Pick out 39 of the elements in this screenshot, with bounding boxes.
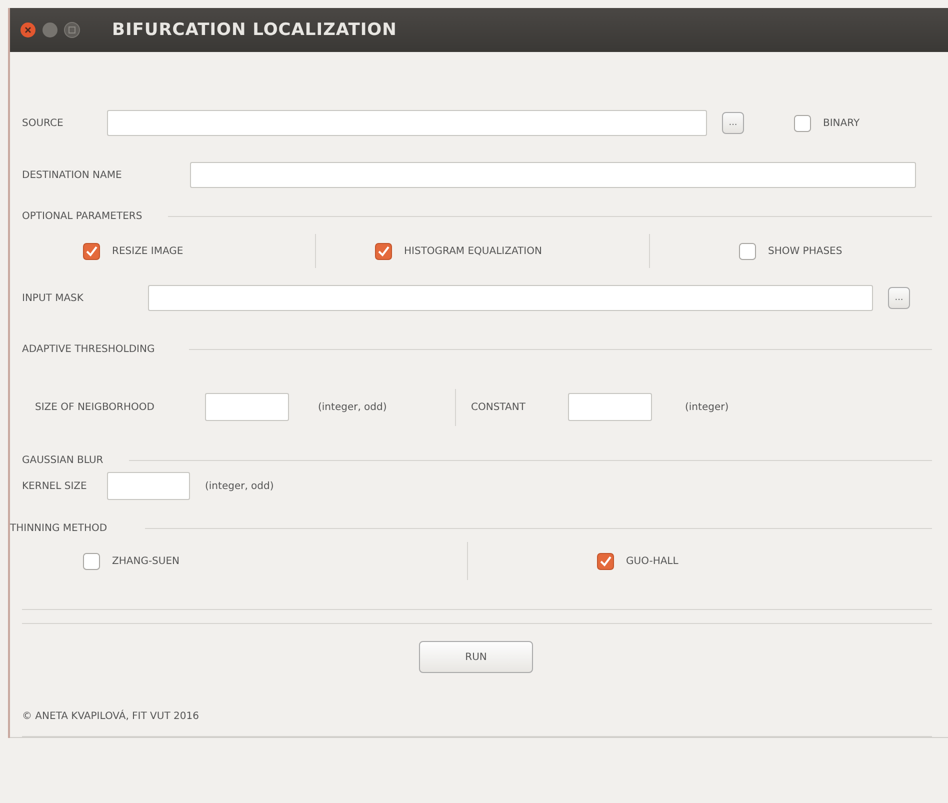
kernel-size-field[interactable]	[107, 472, 190, 500]
field-label: DESTINATION NAME	[22, 170, 123, 181]
checkbox[interactable]	[83, 242, 100, 260]
field-label: SIZE OF NEIGBORHOOD	[34, 402, 156, 413]
checkbox-label: BINARY	[823, 118, 860, 129]
checkbox[interactable]	[375, 242, 392, 260]
field-label: SOURCE	[22, 118, 64, 129]
hint-text: (integer, odd)	[205, 480, 274, 492]
section-heading: THINNING METHOD	[10, 522, 108, 534]
checkbox[interactable]	[597, 552, 614, 570]
run-button[interactable]: RUN	[419, 641, 533, 674]
section-heading: GAUSSIAN BLUR	[22, 454, 104, 466]
maximize-icon[interactable]	[64, 22, 80, 38]
checkbox-label: RESIZE IMAGE	[112, 246, 184, 257]
minimize-icon[interactable]	[42, 22, 58, 38]
hint-text: (integer)	[685, 402, 729, 413]
field-label: KERNEL SIZE	[22, 480, 88, 492]
hint-text: (integer, odd)	[318, 402, 388, 413]
section-heading: ADAPTIVE THRESHOLDING	[22, 344, 155, 356]
checkbox[interactable]	[83, 552, 100, 570]
constant-field[interactable]	[568, 393, 652, 422]
neighborhood-field[interactable]	[205, 393, 289, 422]
checkbox-label: HISTOGRAM EQUALIZATION	[404, 246, 542, 257]
copyright-text: © ANETA KVAPILOVÁ, FIT VUT 2016	[22, 711, 199, 722]
checkbox[interactable]	[739, 242, 756, 260]
window-title: BIFURCATION LOCALIZATION	[112, 20, 397, 40]
browse-button[interactable]: ...	[888, 287, 910, 310]
close-icon[interactable]	[20, 22, 36, 38]
checkbox-label: SHOW PHASES	[768, 246, 842, 257]
field-label: CONSTANT	[471, 402, 526, 413]
checkbox-label: ZHANG-SUEN	[112, 556, 180, 567]
checkbox-label: GUO-HALL	[626, 556, 678, 567]
checkbox[interactable]	[794, 114, 811, 132]
source-field[interactable]	[107, 110, 707, 136]
browse-button[interactable]: ...	[722, 112, 744, 134]
input-mask-field[interactable]	[148, 285, 873, 312]
destination-field[interactable]	[190, 162, 916, 188]
field-label: INPUT MASK	[22, 292, 84, 304]
section-heading: OPTIONAL PARAMETERS	[22, 210, 142, 222]
